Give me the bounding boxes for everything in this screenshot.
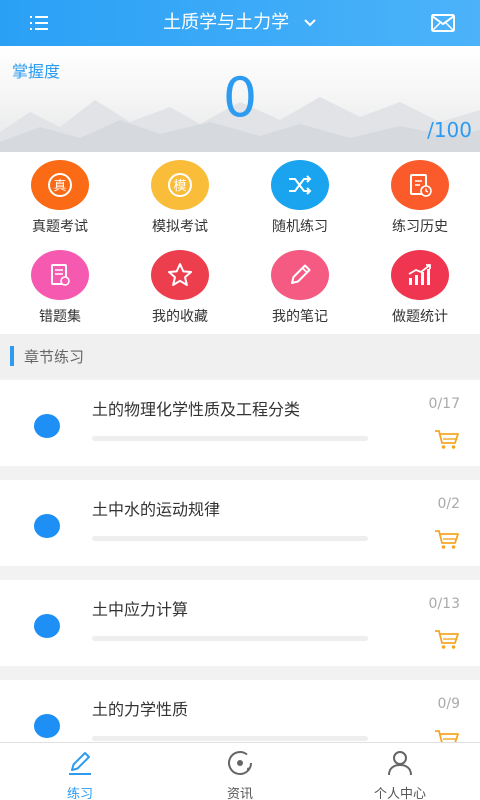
wrong-questions-label: 错题集 (39, 309, 81, 325)
chapter-progress-bar (92, 736, 368, 741)
chapter-status-dot (34, 514, 60, 538)
real-exam-button[interactable]: 真 真题考试 (0, 152, 120, 242)
tab-news[interactable]: 资讯 (160, 743, 320, 800)
stats-icon (391, 250, 449, 300)
section-title: 章节练习 (24, 348, 85, 366)
tab-profile-label: 个人中心 (373, 787, 426, 800)
svg-text:真: 真 (53, 179, 66, 194)
chapter-status-dot (34, 414, 60, 438)
chapter-title: 土的力学性质 (92, 700, 189, 719)
tab-practice[interactable]: 练习 (0, 743, 160, 800)
cart-icon[interactable] (434, 628, 460, 650)
mastery-total: /100 (427, 118, 472, 142)
tab-news-label: 资讯 (226, 787, 253, 800)
real-exam-label: 真题考试 (32, 219, 88, 235)
chapter-status-dot (34, 614, 60, 638)
star-icon (151, 250, 209, 300)
subject-selector[interactable]: 土质学与土力学 (0, 10, 480, 36)
shuffle-icon (271, 160, 329, 210)
chapter-progress-bar (92, 536, 368, 541)
mail-icon[interactable] (430, 12, 456, 34)
mock-exam-label: 模拟考试 (152, 219, 208, 235)
my-notes-label: 我的笔记 (272, 309, 328, 325)
mock-exam-button[interactable]: 模 模拟考试 (120, 152, 240, 242)
chapter-count: 0/13 (428, 596, 460, 612)
bottom-tab-bar: 练习 资讯 个人中心 (0, 742, 480, 800)
svg-text:模: 模 (173, 179, 186, 194)
chapter-progress-bar (92, 636, 368, 641)
chapter-count: 0/17 (428, 396, 460, 412)
tab-profile[interactable]: 个人中心 (320, 743, 480, 800)
chapter-item[interactable]: 土中应力计算 0/13 (0, 580, 480, 666)
question-stats-label: 做题统计 (392, 309, 448, 325)
wrong-questions-button[interactable]: 错题集 (0, 242, 120, 332)
page-title: 土质学与土力学 (163, 12, 290, 33)
cart-icon[interactable] (434, 528, 460, 550)
user-icon (388, 751, 412, 776)
real-exam-icon: 真 (31, 160, 89, 210)
chapter-title: 土中应力计算 (92, 600, 189, 619)
practice-history-label: 练习历史 (392, 219, 448, 235)
my-notes-button[interactable]: 我的笔记 (240, 242, 360, 332)
chapter-item[interactable]: 土中水的运动规律 0/2 (0, 480, 480, 566)
app-header: 土质学与土力学 (0, 0, 480, 46)
wrong-questions-icon (31, 250, 89, 300)
question-stats-button[interactable]: 做题统计 (360, 242, 480, 332)
mock-exam-icon: 模 (151, 160, 209, 210)
cart-icon[interactable] (434, 428, 460, 450)
mastery-banner: 掌握度 0 /100 (0, 46, 480, 152)
practice-history-button[interactable]: 练习历史 (360, 152, 480, 242)
chapter-title: 土中水的运动规律 (92, 500, 221, 519)
random-practice-label: 随机练习 (272, 219, 328, 235)
chapter-item[interactable]: 土的物理化学性质及工程分类 0/17 (0, 380, 480, 466)
mastery-score: 0 (222, 66, 258, 129)
history-icon (391, 160, 449, 210)
practice-pen-icon (69, 752, 91, 775)
chapter-count: 0/2 (437, 496, 460, 512)
chapter-title: 土的物理化学性质及工程分类 (92, 400, 301, 419)
news-icon (228, 751, 252, 775)
function-grid: 真 真题考试 模 模拟考试 随机练习 练习历史 错题集 我的收藏 我的笔记 做题… (0, 152, 480, 334)
chevron-down-icon (304, 19, 316, 27)
my-favorites-button[interactable]: 我的收藏 (120, 242, 240, 332)
random-practice-button[interactable]: 随机练习 (240, 152, 360, 242)
tab-practice-label: 练习 (66, 787, 93, 800)
my-favorites-label: 我的收藏 (152, 309, 208, 325)
chapter-progress-bar (92, 436, 368, 441)
chapter-practice-header: 章节练习 (0, 334, 480, 378)
section-accent-bar (10, 346, 14, 366)
pencil-icon (271, 250, 329, 300)
chapter-count: 0/9 (437, 696, 460, 712)
chapter-status-dot (34, 714, 60, 738)
